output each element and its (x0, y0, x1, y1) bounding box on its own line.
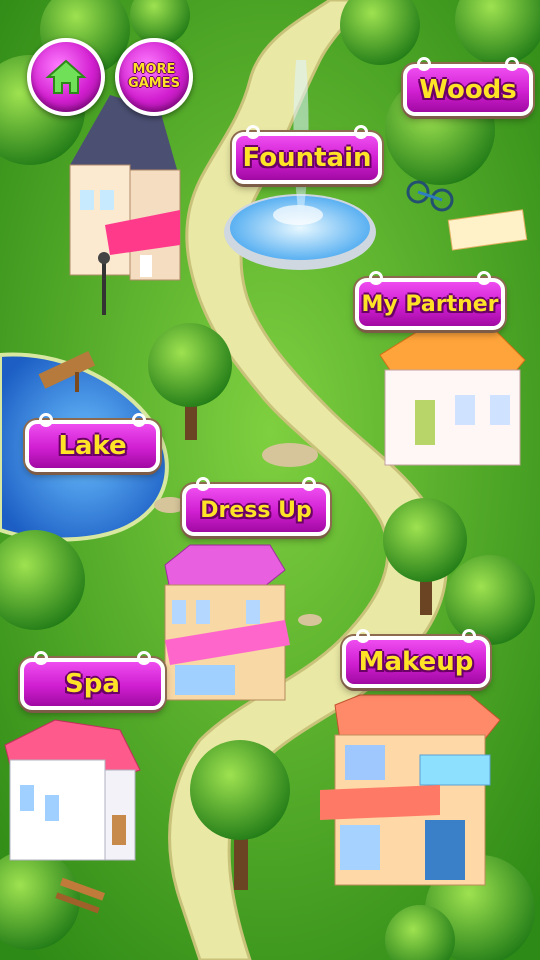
my-partner-label: My Partner (361, 291, 499, 317)
fountain-label: Fountain (242, 143, 372, 173)
woods-label: Woods (419, 75, 517, 105)
dress-up-sign[interactable]: Dress Up (182, 477, 330, 536)
spa-label: Spa (65, 669, 120, 699)
lake-sign[interactable]: Lake (25, 413, 160, 472)
rock (262, 443, 318, 467)
dress-up-shop (164, 544, 290, 701)
spa-sign[interactable]: Spa (20, 651, 165, 710)
fountain-sign[interactable]: Fountain (232, 125, 382, 184)
spa-house (4, 719, 141, 861)
my-partner-sign[interactable]: My Partner (355, 271, 505, 330)
home-button[interactable] (27, 38, 105, 116)
makeup-shop (320, 694, 501, 886)
home-icon (45, 59, 87, 94)
lake-label: Lake (58, 431, 127, 461)
more-games-label: MORE GAMES (128, 62, 180, 91)
rock (298, 614, 322, 626)
woods-sign[interactable]: Woods (403, 57, 533, 116)
makeup-label: Makeup (358, 647, 474, 677)
makeup-sign[interactable]: Makeup (342, 629, 490, 688)
more-games-button[interactable]: MORE GAMES (115, 38, 193, 116)
dress-up-label: Dress Up (200, 497, 312, 523)
partner-house (379, 329, 526, 466)
